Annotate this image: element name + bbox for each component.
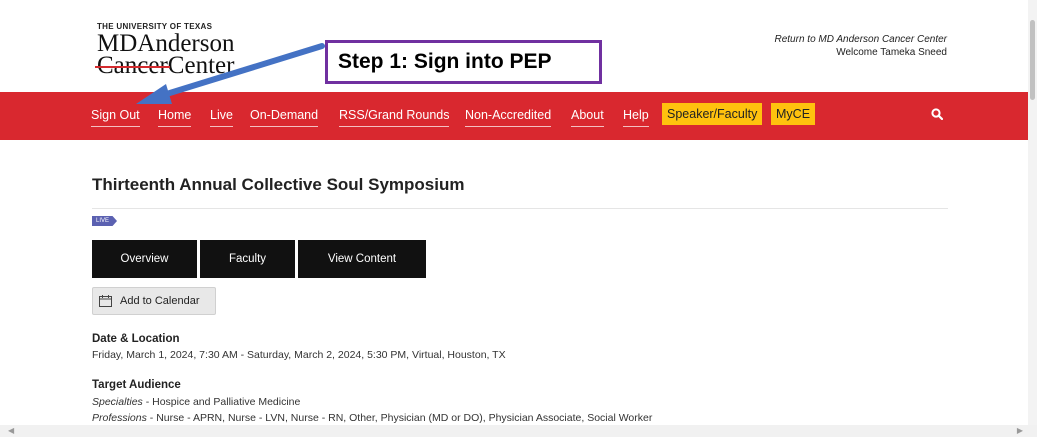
scroll-left-icon[interactable]: ◀ [8,426,14,435]
nav-on-demand[interactable]: On-Demand [250,108,319,127]
vertical-scrollbar[interactable] [1028,0,1037,437]
nav-sign-out[interactable]: Sign Out [91,108,140,127]
nav-rss-grand-rounds[interactable]: RSS/Grand Rounds [339,108,450,127]
calendar-icon [99,295,112,307]
date-location-heading: Date & Location [92,333,180,345]
nav-home[interactable]: Home [158,108,192,127]
welcome-text: Welcome Tameka Sneed [836,47,947,58]
event-content: Thirteenth Annual Collective Soul Sympos… [92,175,948,424]
date-location-text: Friday, March 1, 2024, 7:30 AM - Saturda… [92,349,506,361]
logo-cancer-strike: Cancer [95,52,170,79]
professions-value: - Nurse - APRN, Nurse - LVN, Nurse - RN,… [146,412,653,424]
scrollbar-thumb[interactable] [1030,20,1035,100]
event-tabs: Overview Faculty View Content [92,240,426,278]
target-audience-heading: Target Audience [92,379,181,391]
horizontal-scrollbar[interactable]: ◀ ▶ [0,425,1037,437]
scroll-right-icon[interactable]: ▶ [1017,426,1023,435]
nav-live[interactable]: Live [210,108,233,127]
professions-line: Professions - Nurse - APRN, Nurse - LVN,… [92,412,652,424]
live-badge: LIVE [92,216,118,226]
tab-overview[interactable]: Overview [92,240,197,278]
logo-center: Center [167,52,235,79]
search-icon[interactable] [931,108,943,120]
tab-faculty[interactable]: Faculty [200,240,295,278]
nav-speaker-faculty[interactable]: Speaker/Faculty [662,103,763,125]
specialties-label: Specialties [92,396,143,408]
nav-help[interactable]: Help [623,108,649,127]
nav-about[interactable]: About [571,108,604,127]
nav-non-accredited[interactable]: Non-Accredited [465,108,552,127]
title-divider [92,208,948,209]
header-user-area: Return to MD Anderson Cancer Center Welc… [775,33,948,59]
professions-label: Professions [92,412,147,424]
main-nav: Sign Out Home Live On-Demand RSS/Grand R… [0,92,1037,140]
tab-view-content[interactable]: View Content [298,240,426,278]
add-to-calendar-button[interactable]: Add to Calendar [92,287,216,315]
nav-myce[interactable]: MyCE [771,103,816,125]
specialties-line: Specialties - Hospice and Palliative Med… [92,396,300,408]
specialties-value: - Hospice and Palliative Medicine [142,396,301,408]
step-callout: Step 1: Sign into PEP [325,40,602,84]
mdanderson-logo[interactable]: THE UNIVERSITY OF TEXAS MDAnderson Cance… [95,22,235,79]
return-link[interactable]: Return to MD Anderson Cancer Center [775,33,948,46]
add-to-calendar-label: Add to Calendar [120,295,200,307]
logo-line2: CancerCenter [95,52,235,79]
event-title: Thirteenth Annual Collective Soul Sympos… [92,175,465,194]
